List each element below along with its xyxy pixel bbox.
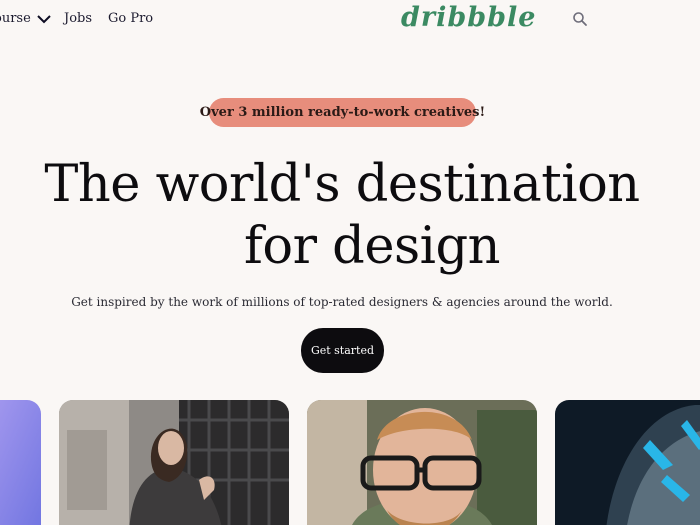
nav-gopro-link[interactable]: Go Pro: [108, 11, 153, 26]
headline-line-2: for design: [244, 217, 500, 276]
dribbble-logo[interactable]: dribbble: [401, 0, 536, 36]
shot-card[interactable]: [0, 400, 41, 525]
shot-card[interactable]: [307, 400, 537, 525]
creatives-badge: Over 3 million ready-to-work creatives!: [200, 98, 485, 127]
shot-card[interactable]: [555, 400, 700, 525]
hero-subtitle: Get inspired by the work of millions of …: [71, 295, 613, 309]
get-started-button[interactable]: Get started: [301, 328, 384, 373]
shot-image: [555, 400, 700, 525]
shot-image: [0, 400, 41, 525]
shot-image: [307, 400, 537, 525]
shot-card[interactable]: [59, 400, 289, 525]
top-nav: ourse Jobs Go Pro dribbble: [0, 0, 700, 40]
nav-jobs-link[interactable]: Jobs: [64, 11, 92, 26]
chevron-down-icon: [37, 14, 51, 23]
hero-headline: The world's destination for design: [0, 154, 684, 278]
shot-image: [59, 400, 289, 525]
search-icon[interactable]: [572, 11, 588, 27]
headline-line-1: The world's destination: [44, 155, 640, 214]
nav-course-label: ourse: [0, 11, 31, 26]
nav-course-dropdown[interactable]: ourse: [0, 11, 51, 26]
